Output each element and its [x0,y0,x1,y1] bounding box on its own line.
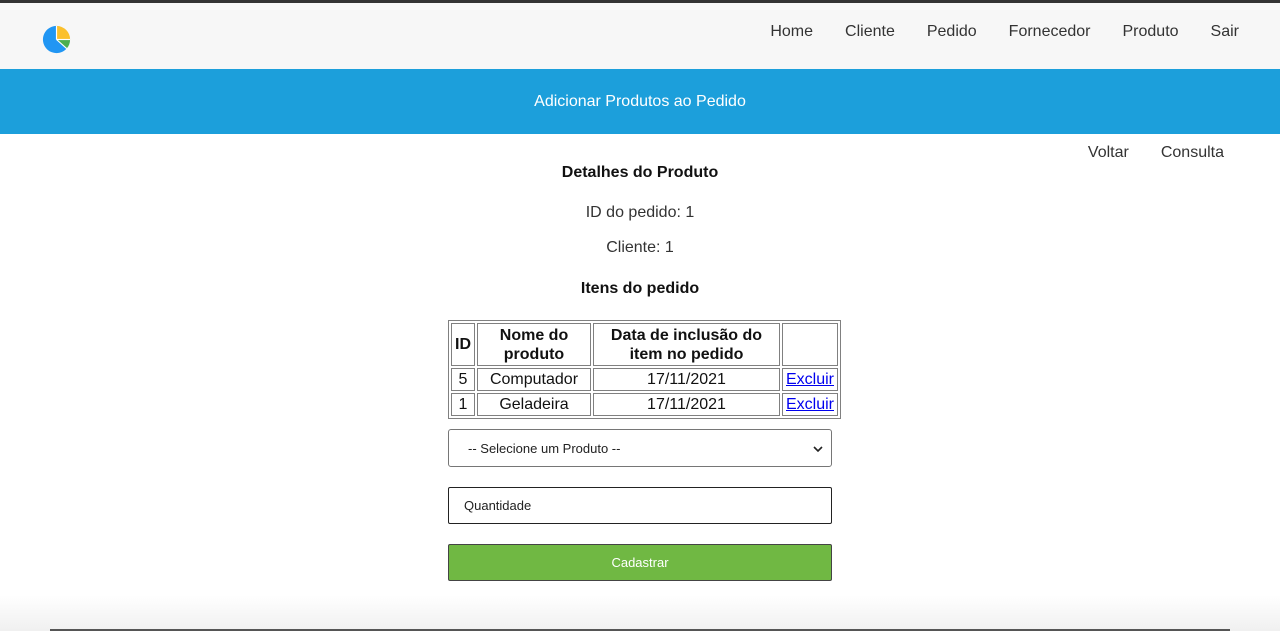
pie-chart-logo-icon[interactable] [40,23,73,56]
cell-date: 17/11/2021 [593,368,780,391]
cell-name: Computador [477,368,591,391]
nav-pedido[interactable]: Pedido [927,23,977,41]
query-link[interactable]: Consulta [1161,144,1224,162]
column-header-date: Data de inclusão do item no pedido [593,323,780,366]
page-title: Adicionar Produtos ao Pedido [534,92,746,110]
page-banner: Adicionar Produtos ao Pedido [0,69,1280,134]
back-link[interactable]: Voltar [1088,144,1129,162]
cell-id: 1 [451,393,475,416]
nav-fornecedor[interactable]: Fornecedor [1009,23,1091,41]
sub-nav: Voltar Consulta [1088,144,1224,162]
nav-home[interactable]: Home [770,23,813,41]
navbar: Home Cliente Pedido Fornecedor Produto S… [0,3,1280,69]
chevron-down-icon [813,446,823,453]
table-row: 5 Computador 17/11/2021 Excluir [451,368,839,391]
column-header-name: Nome do produto [477,323,591,366]
product-select-value: -- Selecione um Produto -- [468,441,621,456]
column-header-id: ID [451,323,475,366]
nav-produto[interactable]: Produto [1123,23,1179,41]
quantity-input[interactable] [448,487,832,524]
cell-id: 5 [451,368,475,391]
submit-button[interactable]: Cadastrar [448,544,832,581]
delete-link[interactable]: Excluir [786,396,834,413]
column-header-action [782,323,839,366]
details-heading: Detalhes do Produto [561,164,719,181]
table-header-row: ID Nome do produto Data de inclusão do i… [451,323,839,366]
client-text: Cliente: 1 [606,239,674,256]
items-heading: Itens do pedido [580,280,700,297]
footer-shadow [0,595,1280,631]
product-select[interactable]: -- Selecione um Produto -- [448,429,832,467]
cell-action: Excluir [782,393,839,416]
main-nav: Home Cliente Pedido Fornecedor Produto S… [770,3,1239,61]
order-items-table: ID Nome do produto Data de inclusão do i… [448,320,842,419]
cell-name: Geladeira [477,393,591,416]
cell-action: Excluir [782,368,839,391]
order-id-text: ID do pedido: 1 [585,204,695,221]
delete-link[interactable]: Excluir [786,371,834,388]
table-row: 1 Geladeira 17/11/2021 Excluir [451,393,839,416]
nav-cliente[interactable]: Cliente [845,23,895,41]
cell-date: 17/11/2021 [593,393,780,416]
nav-sair[interactable]: Sair [1211,23,1239,41]
